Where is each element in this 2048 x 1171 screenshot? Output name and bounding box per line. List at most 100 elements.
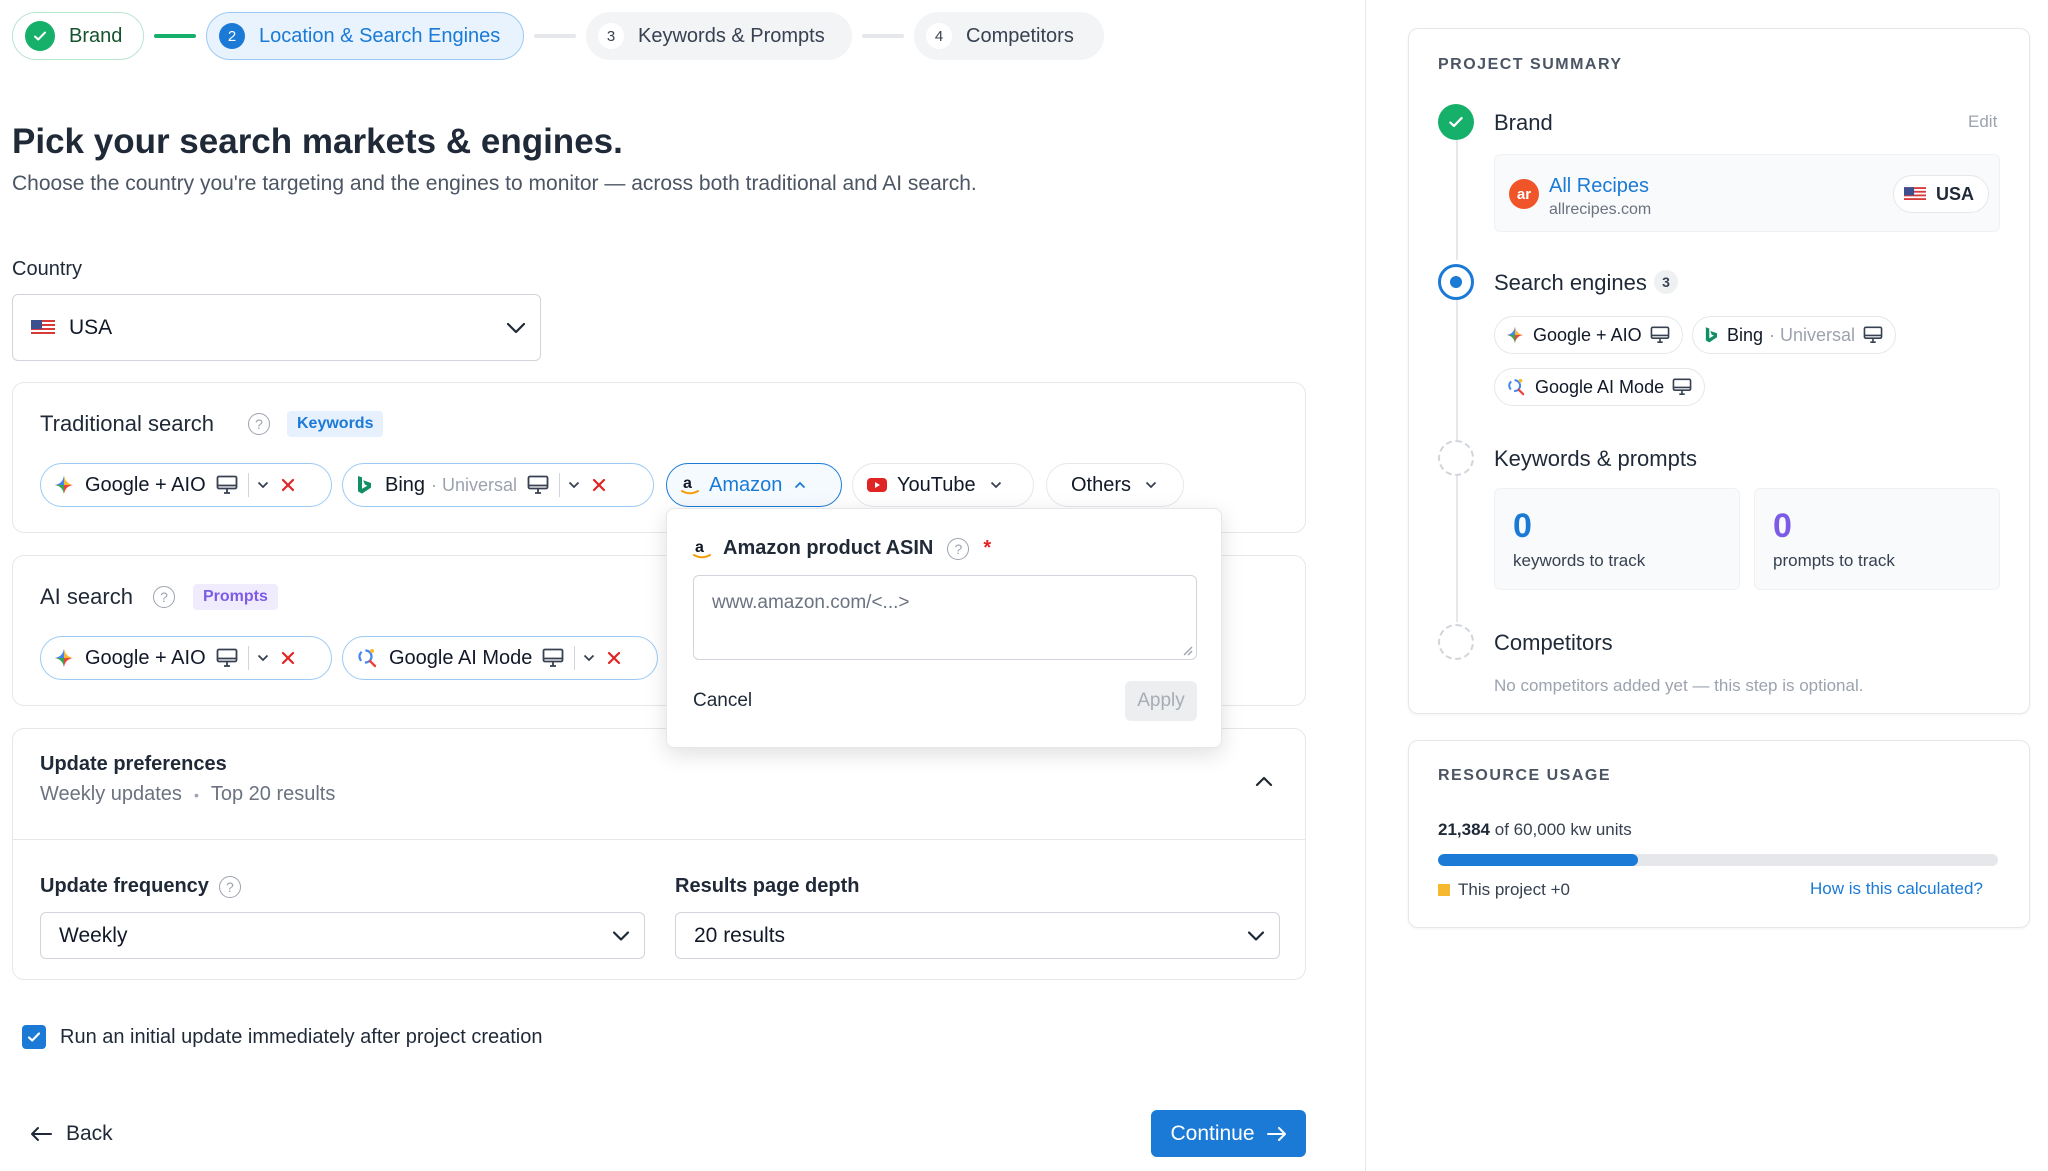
summary-kp-title: Keywords & prompts (1494, 446, 1697, 471)
chip-label: Amazon (709, 473, 783, 496)
chevron-down-icon[interactable] (257, 654, 269, 662)
engine-label: Google + AIO (1533, 324, 1642, 345)
help-icon[interactable]: ? (153, 586, 175, 608)
remove-icon[interactable] (607, 651, 621, 665)
initial-update-option: Run an initial update immediately after … (22, 1025, 542, 1049)
ai-search-title: AI search (40, 584, 133, 609)
timeline-line (1456, 476, 1458, 622)
resize-handle-icon[interactable] (1181, 644, 1193, 656)
summary-brand-title: Brand (1494, 110, 1553, 135)
update-frequency-select[interactable]: Weekly (40, 912, 645, 959)
label-text: Update frequency (40, 875, 209, 897)
country-value: USA (69, 315, 113, 339)
brand-name[interactable]: All Recipes (1549, 175, 1649, 198)
step-location[interactable]: 2 Location & Search Engines (206, 12, 524, 60)
chevron-down-icon (506, 322, 526, 334)
desktop-icon (542, 648, 564, 668)
help-icon[interactable]: ? (248, 413, 270, 435)
country-select[interactable]: USA (12, 294, 541, 361)
step-keywords[interactable]: 3 Keywords & Prompts (586, 12, 852, 60)
chevron-up-icon (794, 481, 806, 489)
remove-icon[interactable] (592, 478, 606, 492)
prompts-count: 0 (1773, 507, 1792, 545)
keywords-label: keywords to track (1513, 551, 1646, 570)
step-connector (534, 34, 576, 38)
chip-label: YouTube (897, 473, 976, 496)
chevron-down-icon[interactable] (583, 654, 595, 662)
initial-update-checkbox[interactable] (22, 1025, 46, 1049)
engines-count-badge: 3 (1654, 270, 1678, 294)
step-brand[interactable]: Brand (12, 12, 144, 60)
chip-bing[interactable]: Bing · Universal (342, 463, 654, 507)
desktop-icon (1672, 378, 1692, 396)
chevron-down-icon[interactable] (568, 481, 580, 489)
summary-engines-title: Search engines (1494, 270, 1647, 295)
amazon-icon: a (681, 474, 699, 496)
chip-label: Google + AIO (85, 473, 206, 496)
results-depth-select[interactable]: 20 results (675, 912, 1280, 959)
youtube-icon (867, 478, 887, 492)
chip-google-aio[interactable]: Google + AIO (40, 636, 332, 680)
step-label: Keywords & Prompts (638, 24, 825, 47)
edit-link[interactable]: Edit (1968, 112, 1997, 132)
pending-step-icon (1438, 624, 1474, 660)
traditional-chips: Google + AIO Bing · Universal a Amazon Y… (40, 463, 1240, 507)
desktop-icon (216, 475, 238, 495)
chip-divider (247, 473, 249, 497)
chip-divider (574, 646, 576, 670)
svg-text:a: a (683, 475, 692, 492)
brand-logo-text: ar (1516, 185, 1532, 203)
summary-engine-google-ai-mode: Google AI Mode (1494, 368, 1706, 406)
brand-box: ar All Recipes allrecipes.com USA (1494, 154, 2000, 232)
pending-step-icon (1438, 440, 1474, 476)
chevron-down-icon[interactable] (257, 481, 269, 489)
preferences-divider (13, 839, 1305, 840)
chip-others[interactable]: Others (1046, 463, 1184, 507)
step-number: 2 (219, 23, 245, 49)
continue-label: Continue (1170, 1121, 1255, 1145)
chip-youtube[interactable]: YouTube (852, 463, 1034, 507)
usage-text: 21,384 of 60,000 kw units (1438, 820, 1632, 840)
how-calculated-link[interactable]: How is this calculated? (1810, 879, 1983, 899)
chevron-up-icon[interactable] (1255, 775, 1273, 787)
step-label: Brand (69, 24, 123, 47)
timeline-line (1456, 140, 1458, 260)
arrow-left-icon (30, 1126, 52, 1142)
country-label: Country (12, 258, 83, 280)
initial-update-label: Run an initial update immediately after … (60, 1025, 543, 1048)
remove-icon[interactable] (281, 478, 295, 492)
help-icon[interactable]: ? (947, 537, 970, 560)
google-sparkle-icon (55, 649, 73, 667)
chip-google-aio[interactable]: Google + AIO (40, 463, 332, 507)
engine-label: Bing (1727, 324, 1764, 345)
keywords-count: 0 (1513, 507, 1532, 545)
cancel-button[interactable]: Cancel (693, 681, 773, 721)
summary-dot: • (193, 787, 199, 803)
prompts-stat: 0 prompts to track (1754, 488, 2000, 590)
ai-mode-icon (357, 648, 377, 668)
traditional-search-title: Traditional search (40, 411, 215, 436)
project-swatch (1438, 884, 1450, 896)
google-sparkle-icon (1507, 327, 1523, 343)
summary-depth: Top 20 results (210, 783, 336, 805)
chip-google-ai-mode[interactable]: Google AI Mode (342, 636, 658, 680)
bing-icon (1705, 327, 1717, 343)
remove-icon[interactable] (281, 651, 295, 665)
timeline-line (1456, 300, 1458, 440)
desktop-icon (1863, 326, 1883, 344)
back-button[interactable]: Back (24, 1114, 119, 1154)
select-value: 20 results (694, 923, 786, 947)
prompts-label: prompts to track (1773, 551, 1895, 570)
apply-button[interactable]: Apply (1125, 681, 1197, 721)
chip-sublabel: · Universal (431, 474, 518, 495)
chip-amazon[interactable]: a Amazon (666, 463, 842, 507)
help-icon[interactable]: ? (218, 875, 241, 898)
chip-label: Google + AIO (85, 646, 206, 669)
asin-input[interactable]: www.amazon.com/<...> (693, 575, 1197, 660)
brand-country-badge: USA (1893, 175, 1990, 213)
usage-progress-track (1438, 854, 1998, 866)
chip-divider (559, 473, 561, 497)
step-competitors[interactable]: 4 Competitors (914, 12, 1104, 60)
continue-button[interactable]: Continue (1151, 1110, 1306, 1157)
usage-used: 21,384 (1438, 820, 1490, 839)
